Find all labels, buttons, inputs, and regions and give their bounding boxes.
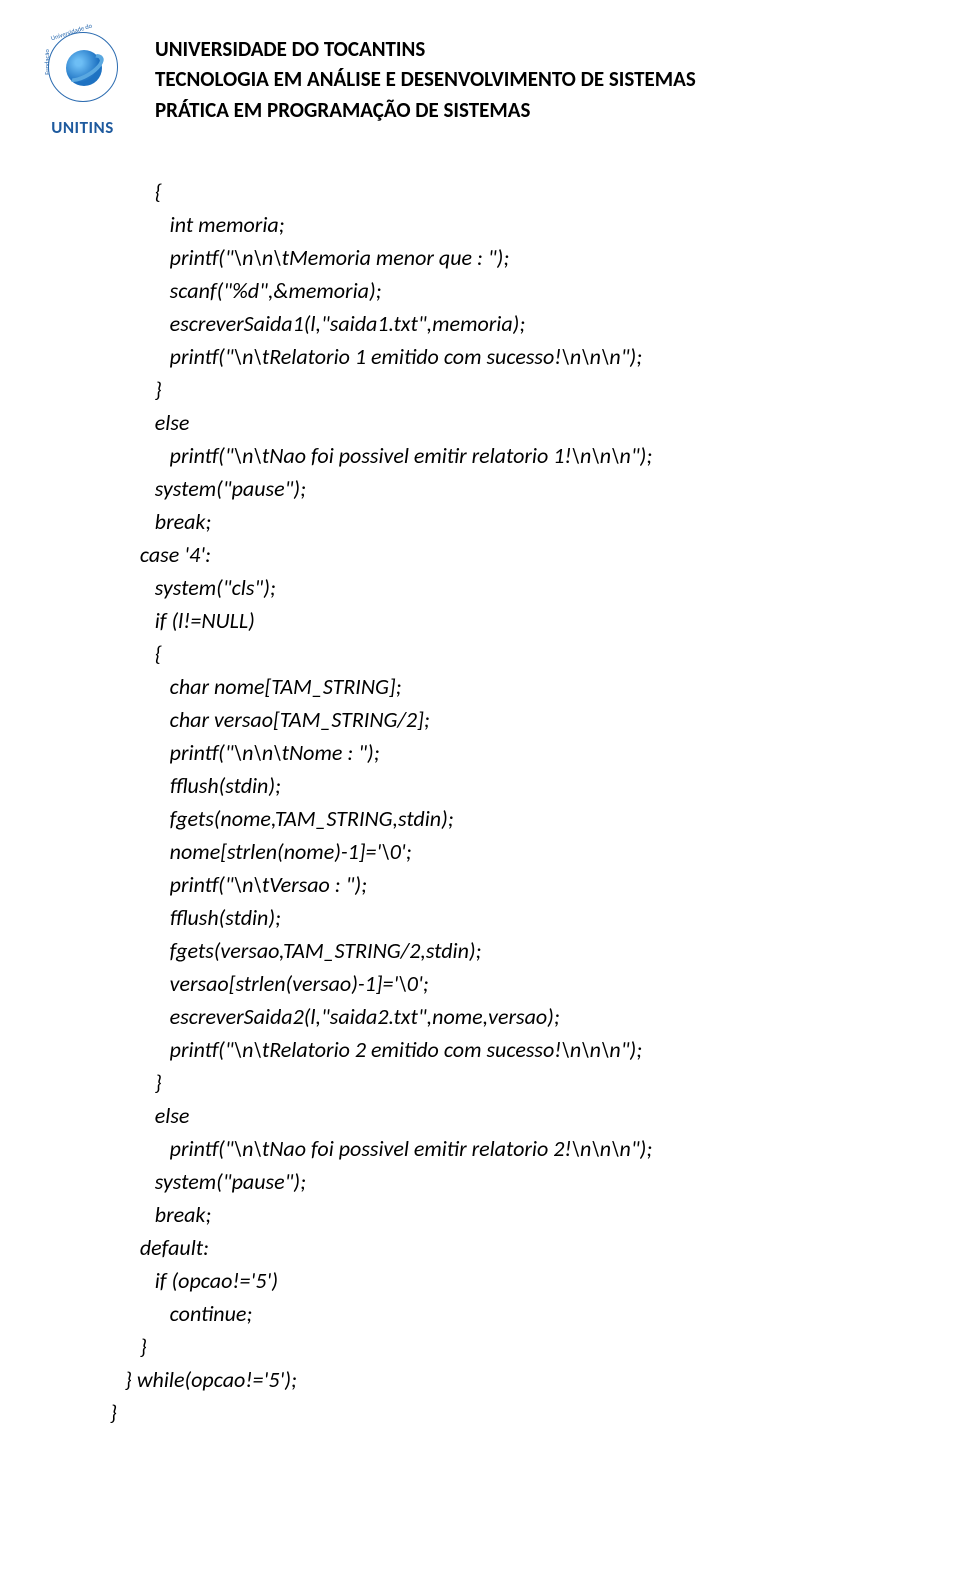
logo-brand-text: UNITINS [51, 117, 114, 138]
institution-logo: Universidade do Fundação UNITINS [30, 30, 135, 145]
header-line-2: TECNOLOGIA EM ANÁLISE E DESENVOLVIMENTO … [155, 64, 696, 94]
logo-emblem: Universidade do Fundação [38, 30, 128, 115]
header-titles: UNIVERSIDADE DO TOCANTINS TECNOLOGIA EM … [155, 30, 696, 125]
code-listing: { int memoria; printf("\n\n\tMemoria men… [30, 175, 890, 1429]
header-line-1: UNIVERSIDADE DO TOCANTINS [155, 34, 696, 64]
header-line-3: PRÁTICA EM PROGRAMAÇÃO DE SISTEMAS [155, 95, 696, 125]
logo-ring-text-left: Fundação [42, 49, 50, 75]
logo-globe-icon [64, 48, 104, 88]
document-header: Universidade do Fundação UNITINS UNIVERS… [30, 30, 890, 145]
